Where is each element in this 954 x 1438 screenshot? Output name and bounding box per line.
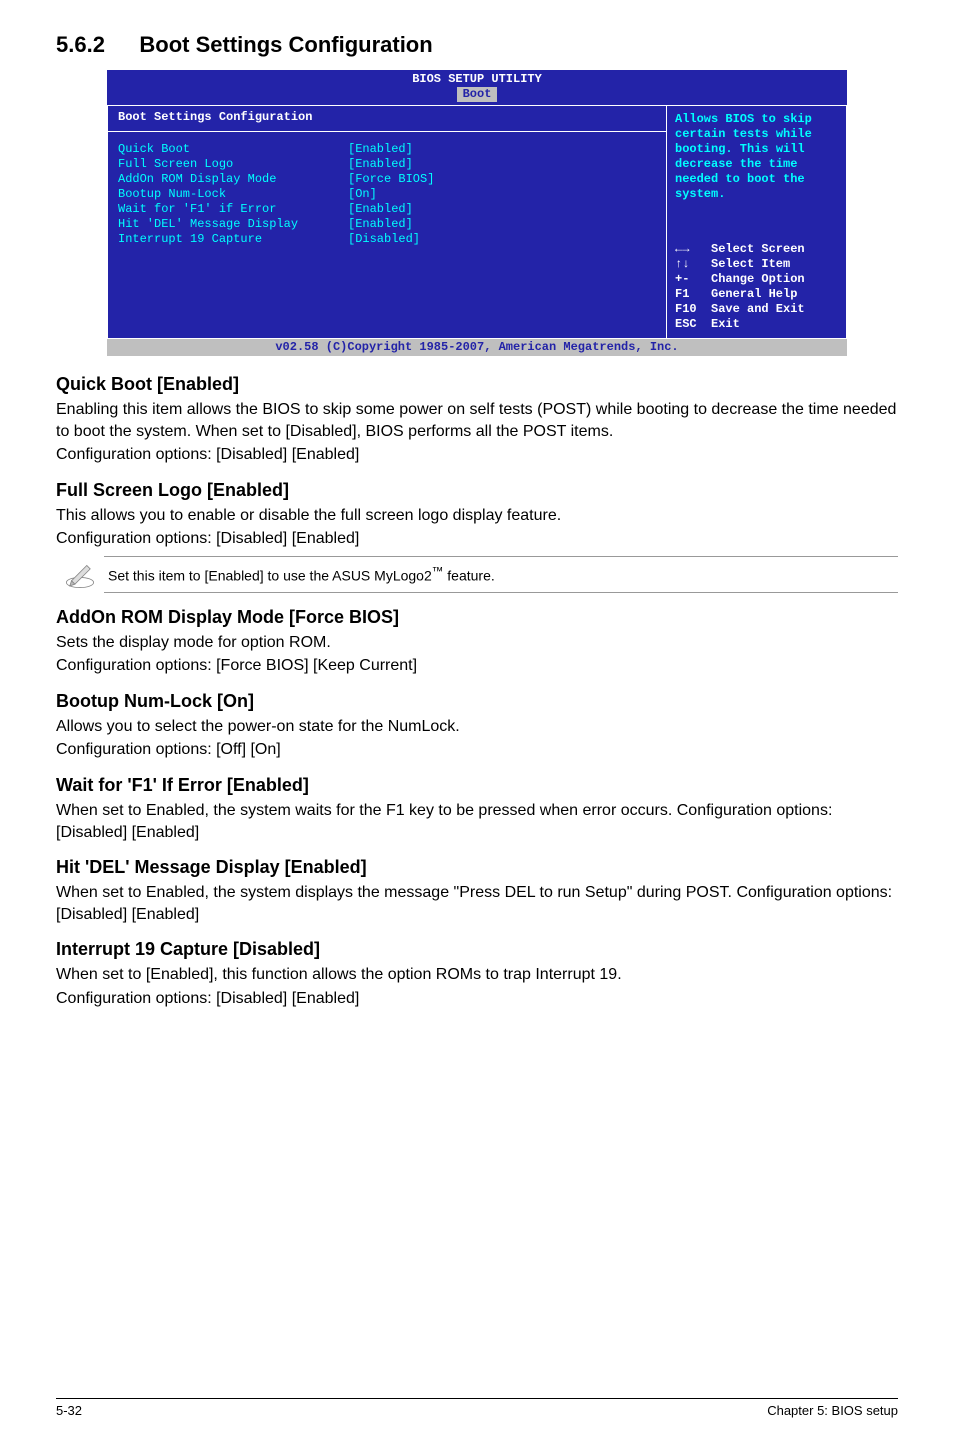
note-text: Set this item to [Enabled] to use the AS…: [104, 556, 898, 593]
bios-setting-value: [Disabled]: [348, 232, 420, 247]
interrupt19-options: Configuration options: [Disabled] [Enabl…: [56, 988, 898, 1010]
bios-setting-key: Bootup Num-Lock: [118, 187, 348, 202]
bios-nav-key: +-: [675, 272, 711, 287]
full-screen-logo-options: Configuration options: [Disabled] [Enabl…: [56, 528, 898, 550]
quick-boot-desc: Enabling this item allows the BIOS to sk…: [56, 399, 898, 442]
bios-nav-row: +-Change Option: [675, 272, 838, 287]
section-title: Boot Settings Configuration: [139, 32, 432, 58]
bios-copyright-footer: v02.58 (C)Copyright 1985-2007, American …: [107, 339, 847, 356]
bios-nav-row: ←→Select Screen: [675, 242, 838, 257]
bios-setting-key: Interrupt 19 Capture: [118, 232, 348, 247]
wait-f1-desc: When set to Enabled, the system waits fo…: [56, 800, 898, 843]
bios-left-panel: Boot Settings Configuration Quick Boot[E…: [107, 106, 667, 339]
bios-setting-row: Interrupt 19 Capture[Disabled]: [118, 232, 656, 247]
full-screen-logo-heading: Full Screen Logo [Enabled]: [56, 480, 898, 501]
numlock-options: Configuration options: [Off] [On]: [56, 739, 898, 761]
full-screen-logo-desc: This allows you to enable or disable the…: [56, 505, 898, 527]
bios-nav-label: General Help: [711, 287, 797, 302]
bios-setting-row: Bootup Num-Lock[On]: [118, 187, 656, 202]
quick-boot-options: Configuration options: [Disabled] [Enabl…: [56, 444, 898, 466]
bios-tab-row: Boot: [107, 87, 847, 105]
interrupt19-desc: When set to [Enabled], this function all…: [56, 964, 898, 986]
wait-f1-heading: Wait for 'F1' If Error [Enabled]: [56, 775, 898, 796]
bios-setting-row: Full Screen Logo[Enabled]: [118, 157, 656, 172]
bios-title: BIOS SETUP UTILITY: [107, 70, 847, 87]
hit-del-desc: When set to Enabled, the system displays…: [56, 882, 898, 925]
note-text-post: feature.: [443, 568, 494, 584]
hit-del-heading: Hit 'DEL' Message Display [Enabled]: [56, 857, 898, 878]
bios-setting-key: Quick Boot: [118, 142, 348, 157]
bios-nav-row: F10Save and Exit: [675, 302, 838, 317]
numlock-desc: Allows you to select the power-on state …: [56, 716, 898, 738]
numlock-heading: Bootup Num-Lock [On]: [56, 691, 898, 712]
bios-nav-label: Exit: [711, 317, 740, 332]
bios-setting-row: Quick Boot[Enabled]: [118, 142, 656, 157]
page-number: 5-32: [56, 1403, 82, 1418]
note-trademark: ™: [432, 565, 444, 578]
interrupt19-heading: Interrupt 19 Capture [Disabled]: [56, 939, 898, 960]
bios-setting-value: [Enabled]: [348, 202, 413, 217]
addon-rom-options: Configuration options: [Force BIOS] [Kee…: [56, 655, 898, 677]
note-callout: Set this item to [Enabled] to use the AS…: [56, 556, 898, 593]
section-number: 5.6.2: [56, 32, 105, 58]
bios-nav-key: ESC: [675, 317, 711, 332]
note-text-pre: Set this item to [Enabled] to use the AS…: [108, 568, 432, 584]
bios-setting-key: Wait for 'F1' if Error: [118, 202, 348, 217]
bios-nav-legend: ←→Select Screen ↑↓Select Item +-Change O…: [675, 242, 838, 332]
bios-screenshot: BIOS SETUP UTILITY Boot Boot Settings Co…: [107, 70, 847, 356]
bios-nav-key: F10: [675, 302, 711, 317]
bios-setting-value: [Enabled]: [348, 157, 413, 172]
bios-nav-label: Change Option: [711, 272, 805, 287]
chapter-label: Chapter 5: BIOS setup: [767, 1403, 898, 1418]
addon-rom-desc: Sets the display mode for option ROM.: [56, 632, 898, 654]
bios-help-text: Allows BIOS to skip certain tests while …: [675, 112, 838, 202]
bios-active-tab: Boot: [457, 87, 498, 102]
bios-nav-label: Save and Exit: [711, 302, 805, 317]
bios-nav-row: ↑↓Select Item: [675, 257, 838, 272]
bios-setting-row: Wait for 'F1' if Error[Enabled]: [118, 202, 656, 217]
bios-setting-key: Hit 'DEL' Message Display: [118, 217, 348, 232]
page-footer: 5-32 Chapter 5: BIOS setup: [56, 1398, 898, 1418]
bios-nav-label: Select Screen: [711, 242, 805, 257]
bios-setting-key: Full Screen Logo: [118, 157, 348, 172]
quick-boot-heading: Quick Boot [Enabled]: [56, 374, 898, 395]
bios-right-panel: Allows BIOS to skip certain tests while …: [667, 106, 847, 339]
bios-setting-value: [Enabled]: [348, 142, 413, 157]
bios-setting-value: [Force BIOS]: [348, 172, 434, 187]
addon-rom-heading: AddOn ROM Display Mode [Force BIOS]: [56, 607, 898, 628]
bios-setting-row: Hit 'DEL' Message Display[Enabled]: [118, 217, 656, 232]
bios-setting-row: AddOn ROM Display Mode[Force BIOS]: [118, 172, 656, 187]
bios-nav-key: F1: [675, 287, 711, 302]
bios-setting-value: [On]: [348, 187, 377, 202]
bios-nav-row: ESCExit: [675, 317, 838, 332]
pencil-note-icon: [56, 557, 104, 591]
bios-nav-key: ↑↓: [675, 257, 711, 272]
bios-panel-title: Boot Settings Configuration: [108, 108, 666, 132]
bios-setting-value: [Enabled]: [348, 217, 413, 232]
bios-settings-list: Quick Boot[Enabled] Full Screen Logo[Ena…: [108, 142, 666, 287]
bios-setting-key: AddOn ROM Display Mode: [118, 172, 348, 187]
bios-nav-key: ←→: [675, 242, 711, 257]
bios-nav-row: F1General Help: [675, 287, 838, 302]
bios-nav-label: Select Item: [711, 257, 790, 272]
section-heading: 5.6.2 Boot Settings Configuration: [56, 32, 898, 58]
